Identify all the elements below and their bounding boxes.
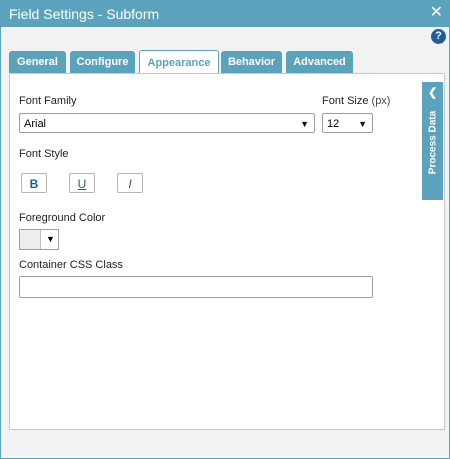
tab-appearance[interactable]: Appearance — [139, 50, 219, 75]
font-family-label: Font Family — [19, 95, 77, 107]
dropdown-caret-icon: ▼ — [300, 119, 309, 129]
font-style-label: Font Style — [19, 148, 69, 160]
help-icon[interactable]: ? — [431, 29, 446, 44]
bold-button[interactable]: B — [21, 173, 47, 193]
foreground-color-picker[interactable]: ▼ — [19, 229, 59, 250]
italic-button[interactable]: I — [117, 173, 143, 193]
close-icon[interactable]: ✕ — [430, 4, 443, 22]
dialog-title: Field Settings - Subform — [9, 6, 160, 22]
font-family-value: Arial — [24, 118, 47, 130]
font-size-unit: (px) — [371, 95, 391, 107]
foreground-color-label: Foreground Color — [19, 212, 106, 224]
tab-configure[interactable]: Configure — [70, 51, 135, 74]
dropdown-caret-icon: ▼ — [46, 234, 55, 244]
font-size-select[interactable]: 12 ▼ — [322, 113, 373, 133]
tab-general[interactable]: General — [9, 51, 66, 74]
tab-behavior[interactable]: Behavior — [221, 51, 282, 74]
field-settings-dialog: Field Settings - Subform ✕ ? General Con… — [0, 0, 450, 459]
font-size-value: 12 — [327, 118, 340, 130]
dropdown-caret-icon: ▼ — [358, 119, 367, 129]
container-css-class-label: Container CSS Class — [19, 259, 123, 271]
tab-advanced[interactable]: Advanced — [286, 51, 353, 74]
chevron-left-icon: ❮ — [428, 87, 438, 99]
process-data-label: Process Data — [427, 110, 439, 175]
title-bar: Field Settings - Subform ✕ — [1, 1, 449, 27]
font-family-select[interactable]: Arial ▼ — [19, 113, 315, 133]
font-size-label: Font Size (px) — [322, 95, 391, 107]
color-swatch — [20, 230, 41, 249]
underline-button[interactable]: U — [69, 173, 95, 193]
process-data-tab[interactable]: ❮ Process Data — [422, 82, 443, 200]
container-css-class-input[interactable] — [19, 276, 373, 298]
